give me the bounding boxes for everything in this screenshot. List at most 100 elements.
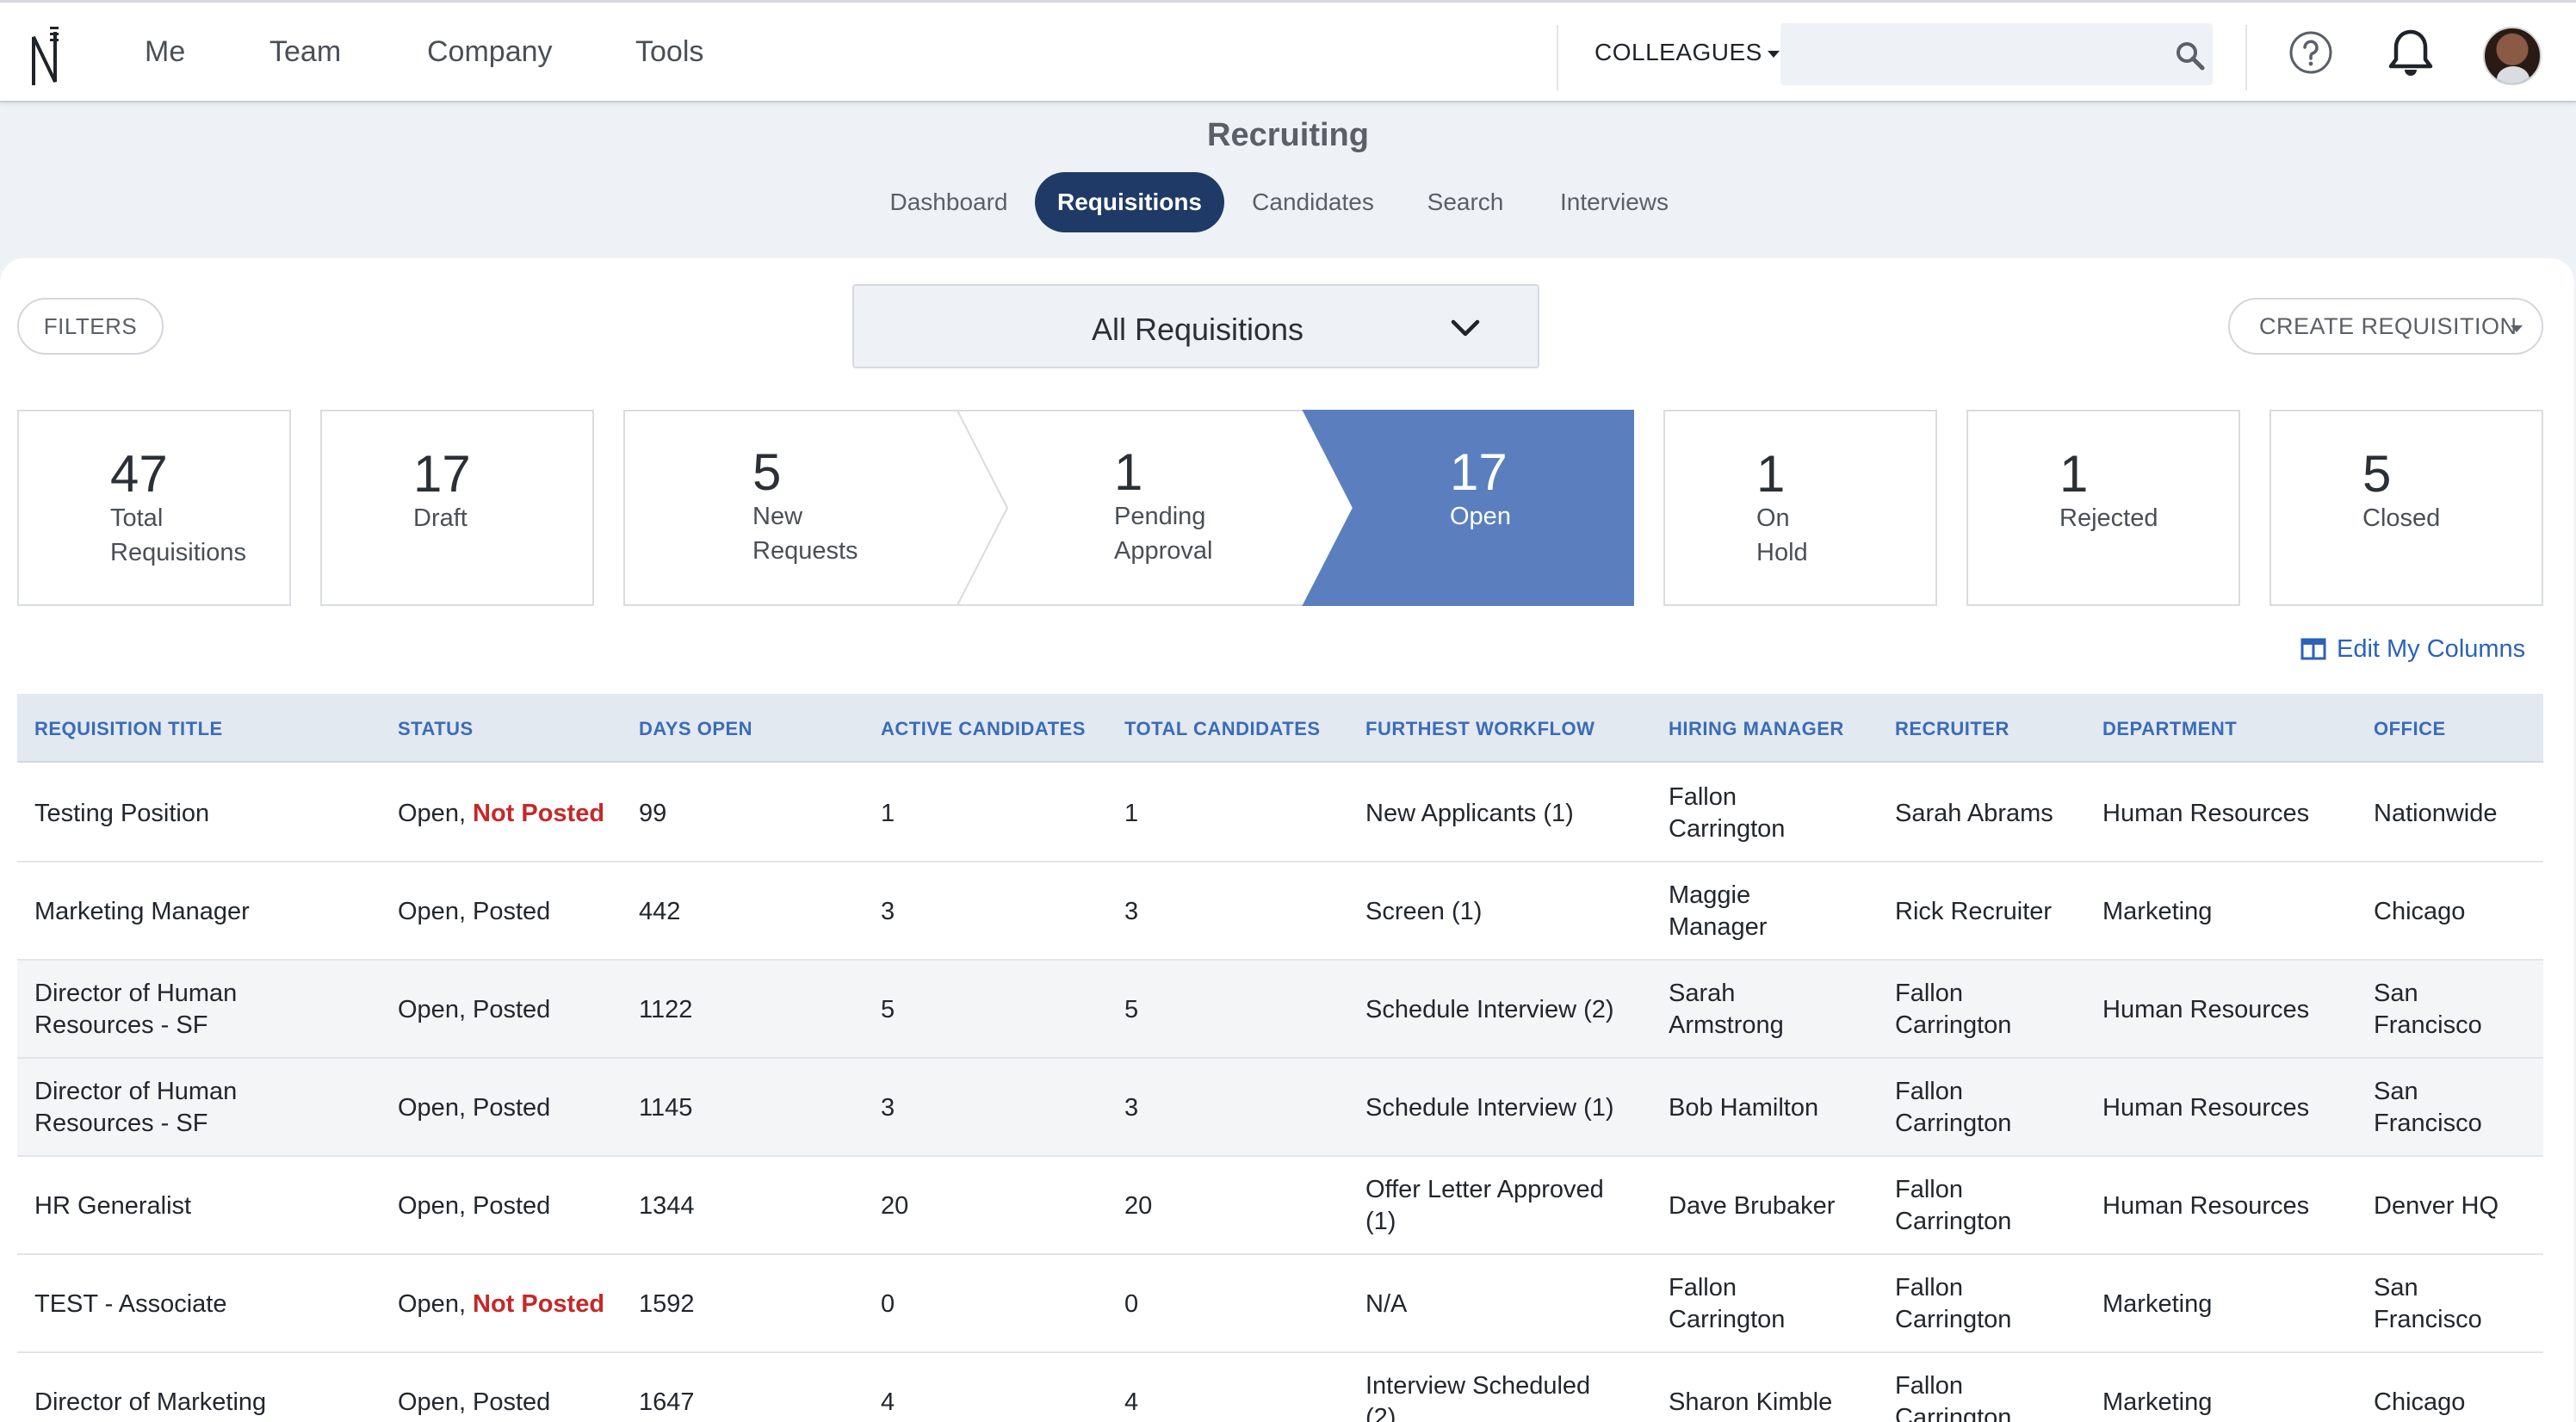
column-header[interactable]: HIRING MANAGER	[1669, 718, 1844, 740]
column-header[interactable]: DEPARTMENT	[2102, 718, 2237, 740]
total-candidates-cell: 0	[1124, 1289, 1139, 1318]
nav-company[interactable]: Company	[427, 35, 553, 69]
status-state: Open,	[398, 1191, 466, 1220]
active-candidates-cell: 1	[881, 799, 895, 827]
table-row[interactable]: Marketing Manager Open, Posted 442 3 3 Screen …	[17, 862, 2543, 961]
requisition-title-cell: Marketing Manager	[34, 897, 250, 925]
columns-icon	[2300, 638, 2326, 660]
tab-dashboard[interactable]: Dashboard	[873, 172, 1025, 232]
active-candidates-cell: 4	[881, 1388, 895, 1416]
nav-me[interactable]: Me	[145, 35, 185, 69]
tab-requisitions[interactable]: Requisitions	[1035, 172, 1224, 232]
status-state: Open,	[398, 897, 466, 925]
stat-label: Open	[1450, 503, 1511, 530]
requisition-pipeline: 5 New Requests 1 Pending Approval 17 Ope…	[623, 410, 1634, 606]
table-row[interactable]: Testing Position Open, Not Posted 99 1 1 New A…	[17, 764, 2543, 862]
requisition-title-cell: Director of Human Resources - SF	[34, 1078, 238, 1137]
stat-value: 1	[1114, 443, 1143, 501]
table-row[interactable]: HR Generalist Open, Posted 1344 20 20 Offer Le…	[17, 1157, 2543, 1255]
stat-label: On Hold	[1756, 504, 1808, 566]
edit-columns-link[interactable]: Edit My Columns	[2300, 635, 2525, 664]
table-row[interactable]: Director of Human Resources - SF Open, Pos…	[17, 1059, 2543, 1157]
hiring-manager-cell: Dave Brubaker	[1669, 1191, 1836, 1220]
status-cell: Open, Posted	[398, 862, 550, 961]
department-cell: Human Resources	[2102, 995, 2310, 1023]
department-cell: Marketing	[2102, 1388, 2213, 1416]
tab-interviews[interactable]: Interviews	[1543, 172, 1686, 232]
posting-status: Posted	[473, 1388, 551, 1416]
recruiter-cell: Fallon Carrington	[1895, 1274, 2012, 1333]
search-icon[interactable]	[2175, 40, 2206, 71]
column-header[interactable]: RECRUITER	[1895, 718, 2009, 740]
furthest-workflow-cell: Interview Scheduled (2)	[1365, 1372, 1591, 1422]
column-header[interactable]: TOTAL CANDIDATES	[1124, 718, 1321, 740]
page-title: Recruiting	[1207, 117, 1369, 153]
nav-team[interactable]: Team	[269, 35, 341, 69]
colleagues-label: COLLEAGUES	[1595, 39, 1762, 65]
hiring-manager-cell: Sarah Armstrong	[1669, 980, 1784, 1039]
hiring-manager-cell: Maggie Manager	[1669, 881, 1768, 941]
stat-value: 17	[413, 445, 471, 503]
stat-new-requests[interactable]: 5 New Requests	[623, 410, 985, 606]
stat-open[interactable]: 17 Open	[1329, 410, 1634, 606]
stat-value: 47	[110, 445, 168, 503]
requisition-view-select[interactable]: All Requisitions	[852, 284, 1539, 368]
status-state: Open,	[398, 1289, 466, 1318]
user-avatar[interactable]	[2483, 27, 2542, 85]
help-icon[interactable]	[2288, 30, 2333, 75]
status-cell: Open, Posted	[398, 961, 550, 1059]
top-navigation-bar: Me Team Company Tools COLLEAGUES	[0, 0, 2576, 102]
stat-rejected[interactable]: 1 Rejected	[1966, 410, 2240, 606]
days-open-cell: 442	[639, 897, 681, 925]
posting-status: Not Posted	[473, 799, 605, 827]
stat-value: 5	[752, 443, 782, 501]
office-cell: Nationwide	[2374, 799, 2498, 827]
days-open-cell: 1145	[639, 1093, 693, 1122]
status-state: Open,	[398, 1388, 466, 1416]
department-cell: Human Resources	[2102, 1191, 2310, 1220]
table-row[interactable]: TEST - Associate Open, Not Posted 1592 0 0 N/A…	[17, 1255, 2543, 1353]
create-requisition-button[interactable]: CREATE REQUISITION	[2228, 298, 2543, 355]
column-header[interactable]: STATUS	[398, 718, 474, 740]
stat-closed[interactable]: 5 Closed	[2269, 410, 2543, 606]
stat-on-hold[interactable]: 1 On Hold	[1663, 410, 1937, 606]
filters-button[interactable]: FILTERS	[17, 298, 164, 355]
stat-pending-approval[interactable]: 1 Pending Approval	[994, 410, 1321, 606]
hiring-manager-cell: Bob Hamilton	[1669, 1093, 1819, 1122]
total-candidates-cell: 4	[1124, 1388, 1139, 1416]
company-logo[interactable]	[29, 25, 64, 87]
column-header[interactable]: ACTIVE CANDIDATES	[881, 718, 1086, 740]
total-candidates-cell: 3	[1124, 1093, 1139, 1122]
status-cell: Open, Posted	[398, 1157, 550, 1255]
furthest-workflow-cell: Schedule Interview (2)	[1365, 995, 1614, 1023]
column-header[interactable]: DAYS OPEN	[639, 718, 752, 740]
office-cell: Chicago	[2374, 1388, 2466, 1416]
status-state: Open,	[398, 799, 466, 827]
column-header[interactable]: FURTHEST WORKFLOW	[1365, 718, 1595, 740]
department-cell: Human Resources	[2102, 799, 2310, 827]
search-input[interactable]	[1780, 23, 2213, 85]
column-header[interactable]: OFFICE	[2374, 718, 2446, 740]
nav-tools[interactable]: Tools	[635, 35, 703, 69]
table-row[interactable]: Director of Human Resources - SF Open, Pos…	[17, 961, 2543, 1059]
days-open-cell: 1344	[639, 1191, 695, 1220]
furthest-workflow-cell: N/A	[1365, 1289, 1408, 1318]
create-requisition-label: CREATE REQUISITION	[2259, 313, 2517, 339]
tab-candidates[interactable]: Candidates	[1236, 172, 1390, 232]
department-cell: Marketing	[2102, 1289, 2213, 1318]
active-candidates-cell: 3	[881, 1093, 895, 1122]
furthest-workflow-cell: Schedule Interview (1)	[1365, 1093, 1614, 1122]
tab-search[interactable]: Search	[1405, 172, 1526, 232]
caret-down-icon	[1767, 50, 1780, 58]
stat-total-requisitions[interactable]: 47 Total Requisitions	[17, 410, 291, 606]
column-header[interactable]: REQUISITION TITLE	[34, 718, 223, 740]
recruiter-cell: Fallon Carrington	[1895, 1078, 2012, 1137]
days-open-cell: 1647	[639, 1388, 695, 1416]
colleagues-dropdown[interactable]: COLLEAGUES	[1595, 39, 1780, 66]
table-row[interactable]: Director of Marketing Open, Posted 1647 4 4 In…	[17, 1353, 2543, 1422]
stat-draft[interactable]: 17 Draft	[320, 410, 594, 606]
notification-bell-icon[interactable]	[2387, 28, 2435, 78]
hiring-manager-cell: Fallon Carrington	[1669, 783, 1786, 843]
posting-status: Posted	[473, 995, 551, 1023]
hiring-manager-cell: Fallon Carrington	[1669, 1274, 1786, 1333]
